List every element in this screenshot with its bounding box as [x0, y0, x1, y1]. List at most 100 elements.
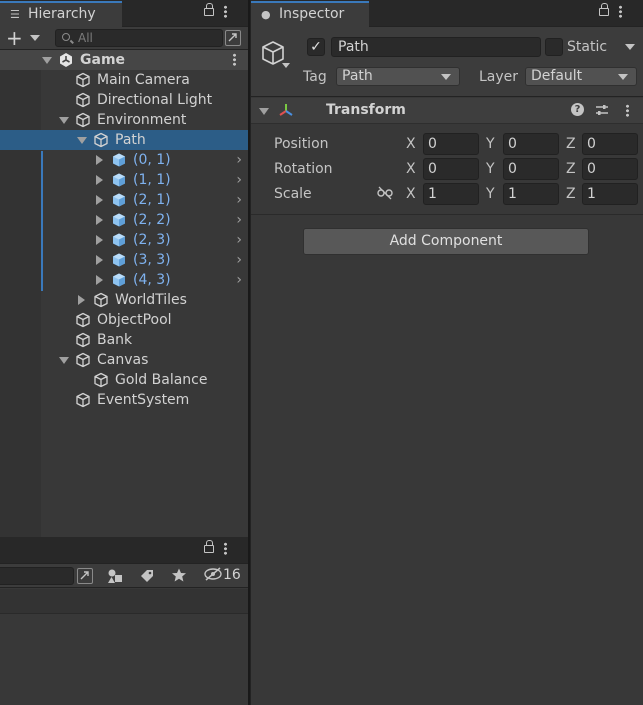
hierarchy-item[interactable]: ObjectPool — [0, 310, 248, 330]
hierarchy-item[interactable]: EventSystem — [0, 390, 248, 410]
hierarchy-item[interactable]: (2, 1) › — [0, 190, 248, 210]
lock-icon[interactable] — [204, 540, 214, 553]
hierarchy-item[interactable]: (3, 3) › — [0, 250, 248, 270]
expand-triangle-open-icon[interactable] — [42, 57, 52, 64]
hierarchy-item[interactable]: (4, 3) › — [0, 270, 248, 290]
help-icon[interactable]: ? — [571, 103, 584, 116]
position-y-field[interactable]: 0 — [503, 133, 559, 155]
tab-hierarchy[interactable]: ☰ Hierarchy — [0, 1, 122, 27]
position-y-label[interactable]: Y — [486, 134, 495, 154]
more-options-icon[interactable] — [619, 5, 622, 18]
hierarchy-item[interactable]: WorldTiles — [0, 290, 248, 310]
chevron-down-icon[interactable] — [30, 35, 40, 41]
search-icon — [62, 33, 70, 41]
expand-triangle-closed-icon[interactable] — [96, 175, 103, 185]
hierarchy-item[interactable]: (1, 1) › — [0, 170, 248, 190]
lock-icon[interactable] — [599, 3, 609, 16]
hierarchy-item[interactable]: (2, 3) › — [0, 230, 248, 250]
transform-title: Transform — [326, 102, 406, 118]
scale-label: Scale — [274, 186, 312, 202]
lock-icon[interactable] — [204, 3, 214, 16]
search-input[interactable]: All — [55, 29, 223, 47]
position-z-label[interactable]: Z — [566, 134, 576, 154]
project-search-input[interactable] — [0, 567, 74, 585]
expand-triangle-closed-icon[interactable] — [96, 155, 103, 165]
expand-triangle-closed-icon[interactable] — [78, 295, 85, 305]
prefab-icon — [111, 272, 127, 288]
transform-icon — [277, 102, 295, 124]
add-component-button[interactable]: Add Component — [303, 228, 589, 255]
chevron-right-icon[interactable]: › — [236, 150, 242, 170]
rotation-x-label[interactable]: X — [406, 159, 416, 179]
more-options-icon[interactable] — [224, 5, 227, 18]
rotation-z-field[interactable]: 0 — [582, 158, 638, 180]
scene-menu-icon[interactable] — [233, 53, 236, 66]
hierarchy-item[interactable]: Directional Light — [0, 90, 248, 110]
position-x-field[interactable]: 0 — [423, 133, 479, 155]
hierarchy-item[interactable]: Main Camera — [0, 70, 248, 90]
transform-component-header[interactable]: Transform ? — [251, 98, 643, 124]
expand-triangle-open-icon[interactable] — [59, 357, 69, 364]
hierarchy-item[interactable]: Gold Balance — [0, 370, 248, 390]
hierarchy-item-label: (2, 3) — [133, 232, 171, 248]
expand-triangle-closed-icon[interactable] — [96, 255, 103, 265]
tag-dropdown[interactable]: Path — [336, 67, 460, 86]
expand-triangle-closed-icon[interactable] — [96, 275, 103, 285]
more-options-icon[interactable] — [224, 542, 227, 555]
scale-z-field[interactable]: 1 — [582, 183, 638, 205]
icon-dropdown-caret[interactable] — [282, 63, 290, 68]
filter-by-label-icon[interactable] — [139, 568, 155, 588]
scene-visibility-icon[interactable] — [225, 30, 241, 46]
active-checkbox[interactable]: ✓ — [307, 38, 325, 56]
scale-y-label[interactable]: Y — [486, 184, 495, 204]
tab-inspector[interactable]: ● Inspector — [251, 1, 369, 27]
expand-triangle-closed-icon[interactable] — [96, 195, 103, 205]
favorite-star-icon[interactable] — [171, 567, 187, 587]
position-x-label[interactable]: X — [406, 134, 416, 154]
hierarchy-item[interactable]: Environment — [0, 110, 248, 130]
cube-icon — [93, 292, 109, 308]
hidden-packages-toggle[interactable]: 16 — [203, 567, 241, 583]
cube-icon — [75, 352, 91, 368]
eye-slash-icon — [204, 567, 222, 581]
chevron-right-icon[interactable]: › — [236, 230, 242, 250]
chevron-right-icon[interactable]: › — [236, 210, 242, 230]
chevron-right-icon[interactable]: › — [236, 250, 242, 270]
expand-triangle-open-icon[interactable] — [59, 117, 69, 124]
scale-x-field[interactable]: 1 — [423, 183, 479, 205]
rotation-x-field[interactable]: 0 — [423, 158, 479, 180]
collapse-triangle-icon[interactable] — [259, 108, 269, 115]
chevron-right-icon[interactable]: › — [236, 270, 242, 290]
hierarchy-item[interactable]: Canvas — [0, 350, 248, 370]
rotation-z-label[interactable]: Z — [566, 159, 576, 179]
chevron-right-icon[interactable]: › — [236, 170, 242, 190]
hierarchy-scene-row[interactable]: Game — [0, 50, 248, 70]
static-dropdown-caret[interactable] — [625, 44, 635, 50]
expand-triangle-open-icon[interactable] — [77, 137, 87, 144]
constrain-proportions-icon[interactable] — [377, 186, 393, 204]
scale-x-label[interactable]: X — [406, 184, 416, 204]
hierarchy-item-label: (0, 1) — [133, 152, 171, 168]
expand-triangle-closed-icon[interactable] — [96, 215, 103, 225]
add-object-button[interactable]: + — [6, 27, 23, 49]
rotation-y-field[interactable]: 0 — [503, 158, 559, 180]
object-name-field[interactable]: Path — [331, 37, 541, 57]
gameobject-header: ✓ Path Static Tag Path Layer Default — [251, 27, 643, 97]
expand-triangle-closed-icon[interactable] — [96, 235, 103, 245]
component-menu-icon[interactable] — [626, 104, 629, 117]
scale-y-field[interactable]: 1 — [503, 183, 559, 205]
hierarchy-item[interactable]: Path — [0, 130, 248, 150]
hierarchy-item[interactable]: (2, 2) › — [0, 210, 248, 230]
hierarchy-item[interactable]: (0, 1) › — [0, 150, 248, 170]
layer-dropdown[interactable]: Default — [525, 67, 637, 86]
static-checkbox[interactable] — [545, 38, 563, 56]
chevron-right-icon[interactable]: › — [236, 190, 242, 210]
rotation-y-label[interactable]: Y — [486, 159, 495, 179]
hierarchy-item[interactable]: Bank — [0, 330, 248, 350]
project-panel: 16 — [0, 537, 248, 705]
position-z-field[interactable]: 0 — [582, 133, 638, 155]
search-by-type-icon[interactable] — [77, 568, 93, 584]
scale-z-label[interactable]: Z — [566, 184, 576, 204]
filter-by-type-icon[interactable] — [106, 567, 124, 589]
presets-icon[interactable] — [595, 103, 609, 121]
